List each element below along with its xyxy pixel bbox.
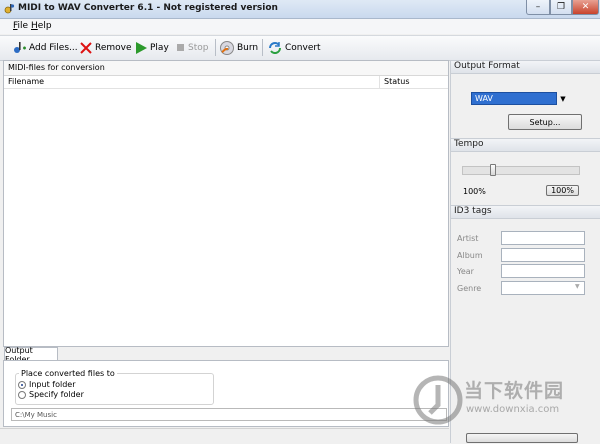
burn-button[interactable]: Burn bbox=[219, 40, 258, 56]
id3-tags-title: ID3 tags bbox=[454, 206, 492, 216]
artist-label: Artist bbox=[457, 234, 479, 243]
add-files-button[interactable]: Add Files... bbox=[11, 40, 78, 56]
convert-button[interactable]: Convert bbox=[267, 40, 321, 56]
place-files-label: Place converted files to bbox=[19, 369, 117, 378]
app-icon bbox=[3, 3, 15, 15]
year-field[interactable] bbox=[501, 264, 585, 278]
watermark-url: www.downxia.com bbox=[466, 404, 560, 415]
radio-specify-folder-label[interactable]: Specify folder bbox=[29, 390, 84, 399]
stop-icon bbox=[177, 44, 184, 51]
output-folder-path-field[interactable]: C:\My Music bbox=[11, 408, 447, 421]
close-button[interactable]: ✕ bbox=[572, 0, 599, 15]
album-field[interactable] bbox=[501, 248, 585, 262]
midi-files-panel[interactable]: MIDI-files for conversion Filename Statu… bbox=[3, 60, 449, 347]
radio-input-folder-label[interactable]: Input folder bbox=[29, 380, 75, 389]
genre-label: Genre bbox=[457, 284, 482, 293]
burn-disc-icon bbox=[220, 41, 234, 55]
chevron-down-icon[interactable]: ▼ bbox=[557, 92, 569, 105]
status-button[interactable] bbox=[466, 433, 578, 443]
add-files-icon bbox=[14, 42, 26, 53]
convert-label: Convert bbox=[285, 43, 321, 53]
stop-label: Stop bbox=[188, 43, 209, 53]
tempo-value: 100% bbox=[463, 187, 486, 196]
tempo-title: Tempo bbox=[454, 139, 484, 149]
play-button[interactable]: Play bbox=[134, 40, 169, 56]
stop-button[interactable]: Stop bbox=[176, 40, 208, 56]
column-status[interactable]: Status bbox=[384, 77, 410, 86]
output-folder-panel: Place converted files to Input folder Sp… bbox=[3, 360, 449, 427]
maximize-button[interactable]: ❐ bbox=[550, 0, 572, 15]
tempo-slider-thumb[interactable] bbox=[490, 164, 496, 176]
menu-bar bbox=[0, 19, 600, 34]
output-format-title: Output Format bbox=[454, 61, 520, 71]
tab-output-folder[interactable]: Output Folder bbox=[4, 346, 58, 364]
play-label: Play bbox=[150, 43, 169, 53]
tempo-reset-button[interactable]: 100% bbox=[546, 185, 579, 196]
play-icon bbox=[136, 42, 147, 54]
add-files-label: Add Files... bbox=[29, 43, 78, 53]
remove-label: Remove bbox=[95, 43, 132, 53]
minimize-button[interactable]: – bbox=[526, 0, 550, 15]
output-format-select[interactable]: WAV bbox=[471, 92, 557, 105]
window-title: MIDI to WAV Converter 6.1 - Not register… bbox=[18, 3, 278, 13]
remove-button[interactable]: Remove bbox=[79, 40, 132, 56]
watermark-text: 当下软件园 bbox=[464, 380, 565, 402]
menu-file[interactable]: File bbox=[13, 21, 28, 31]
album-label: Album bbox=[457, 251, 483, 260]
tempo-slider-track[interactable] bbox=[462, 166, 580, 175]
column-header-row bbox=[4, 76, 448, 89]
radio-input-folder[interactable] bbox=[18, 381, 26, 389]
radio-specify-folder[interactable] bbox=[18, 391, 26, 399]
menu-help[interactable]: Help bbox=[31, 21, 52, 31]
toolbar-separator bbox=[215, 39, 216, 56]
convert-icon bbox=[269, 42, 281, 54]
toolbar-separator bbox=[262, 39, 263, 56]
column-filename[interactable]: Filename bbox=[8, 77, 44, 86]
artist-field[interactable] bbox=[501, 231, 585, 245]
status-bar bbox=[0, 428, 449, 444]
chevron-down-icon[interactable]: ▼ bbox=[575, 283, 580, 290]
midi-list-title: MIDI-files for conversion bbox=[8, 63, 105, 72]
genre-select[interactable] bbox=[501, 281, 585, 295]
setup-button[interactable]: Setup... bbox=[508, 114, 582, 130]
burn-label: Burn bbox=[237, 43, 259, 53]
remove-icon bbox=[80, 42, 92, 54]
column-divider[interactable] bbox=[379, 76, 380, 88]
year-label: Year bbox=[457, 267, 474, 276]
